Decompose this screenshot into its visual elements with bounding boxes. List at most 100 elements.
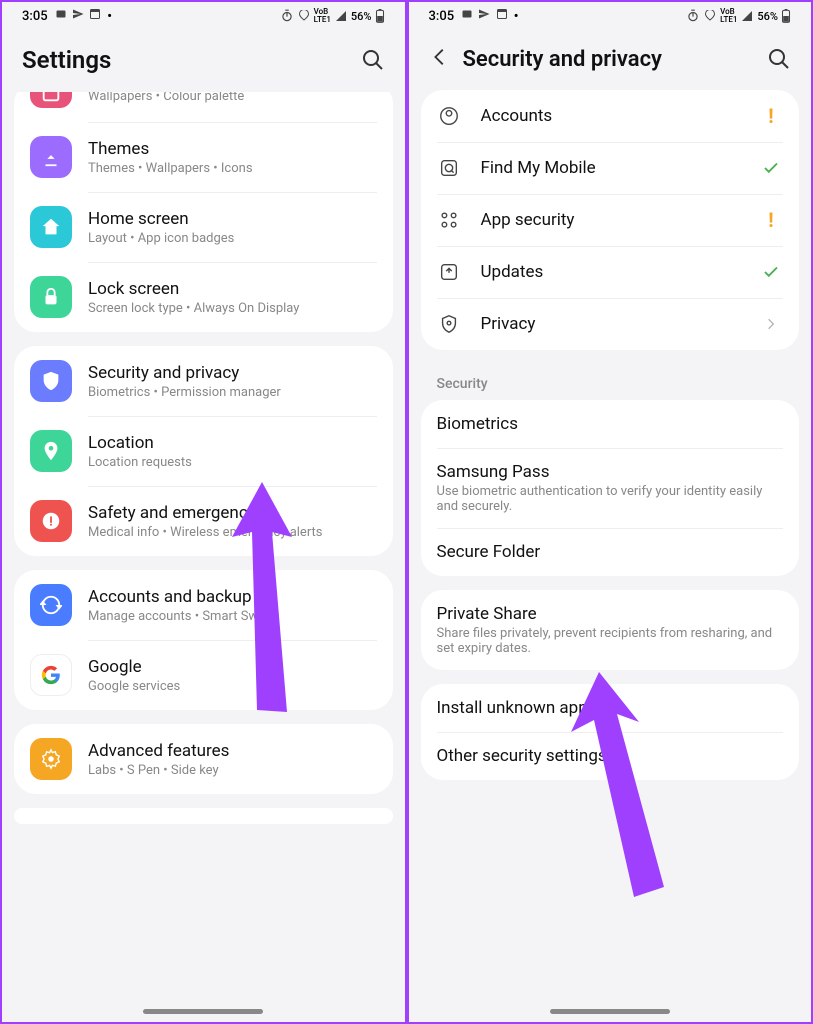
settings-row-themes[interactable]: Themes Themes • Wallpapers • Icons: [14, 122, 393, 192]
row-title: Private Share: [437, 604, 784, 624]
home-indicator[interactable]: [550, 1009, 670, 1014]
row-sub: Screen lock type • Always On Display: [88, 301, 377, 316]
row-sub: Layout • App icon badges: [88, 231, 377, 246]
sec-row-findmy[interactable]: Find My Mobile: [421, 142, 800, 194]
row-title: Privacy: [481, 314, 760, 334]
settings-group: Accounts and backup Manage accounts • Sm…: [14, 570, 393, 710]
settings-header: Settings: [2, 28, 405, 92]
lock-icon: [30, 276, 72, 318]
sec-row-secure-folder[interactable]: Secure Folder: [421, 528, 800, 576]
gear-icon: [30, 738, 72, 780]
settings-row-lock[interactable]: Lock screen Screen lock type • Always On…: [14, 262, 393, 332]
sec-row-samsung-pass[interactable]: Samsung Pass Use biometric authenticatio…: [421, 448, 800, 528]
row-title: Google: [88, 657, 377, 677]
warn-icon: !: [759, 208, 783, 232]
settings-group: [14, 808, 393, 824]
ok-icon: [759, 159, 783, 177]
settings-row-security[interactable]: Security and privacy Biometrics • Permis…: [14, 346, 393, 416]
status-icons-left: •: [460, 8, 518, 24]
security-group: Biometrics Samsung Pass Use biometric au…: [421, 400, 800, 576]
settings-row-safety[interactable]: Safety and emergency Medical info • Wire…: [14, 486, 393, 556]
status-bar: 3:05 • VoBLTE1 56%: [2, 2, 405, 28]
sec-row-appsec[interactable]: App security !: [421, 194, 800, 246]
row-sub: Themes • Wallpapers • Icons: [88, 161, 377, 176]
status-time: 3:05: [429, 9, 455, 24]
row-title: Other security settings: [437, 746, 784, 766]
settings-row-accounts[interactable]: Accounts and backup Manage accounts • Sm…: [14, 570, 393, 640]
row-sub: Wallpapers • Colour palette: [88, 92, 377, 104]
findmy-icon: [437, 156, 461, 180]
accounts-icon: [437, 104, 461, 128]
pin-icon: [30, 430, 72, 472]
sync-icon: [30, 584, 72, 626]
warn-icon: !: [759, 104, 783, 128]
row-title: Install unknown apps: [437, 698, 784, 718]
settings-row-home[interactable]: Home screen Layout • App icon badges: [14, 192, 393, 262]
phone-settings: 3:05 • VoBLTE1 56% Settings: [0, 0, 407, 1024]
row-title: Secure Folder: [437, 542, 784, 562]
row-title: Biometrics: [437, 414, 784, 434]
shield-icon: [30, 360, 72, 402]
sec-row-private-share[interactable]: Private Share Share files privately, pre…: [421, 590, 800, 670]
row-title: Accounts: [481, 106, 760, 126]
privacy-icon: [437, 312, 461, 336]
sec-row-biometrics[interactable]: Biometrics: [421, 400, 800, 448]
sec-row-other[interactable]: Other security settings: [421, 732, 800, 780]
search-icon[interactable]: [767, 47, 791, 71]
settings-group: Advanced features Labs • S Pen • Side ke…: [14, 724, 393, 794]
emergency-icon: [30, 500, 72, 542]
row-title: Lock screen: [88, 279, 377, 299]
section-label-security: Security: [409, 364, 812, 400]
back-button[interactable]: [429, 46, 453, 72]
sec-row-privacy[interactable]: Privacy: [421, 298, 800, 350]
row-sub: Google services: [88, 679, 377, 694]
search-icon[interactable]: [361, 48, 385, 72]
phone-security: 3:05 • VoBLTE1 56% Security and privacy: [407, 0, 813, 1024]
settings-group: Wallpapers • Colour palette Themes Theme…: [14, 92, 393, 332]
settings-row-google[interactable]: Google Google services: [14, 640, 393, 710]
row-sub: Location requests: [88, 455, 377, 470]
row-title: Themes: [88, 139, 377, 159]
settings-row-location[interactable]: Location Location requests: [14, 416, 393, 486]
updates-icon: [437, 260, 461, 284]
status-time: 3:05: [22, 9, 48, 24]
ok-icon: [759, 263, 783, 281]
row-sub: Manage accounts • Smart Switch: [88, 609, 377, 624]
wallpaper-icon: [30, 92, 72, 108]
home-indicator[interactable]: [143, 1009, 263, 1014]
row-title: Home screen: [88, 209, 377, 229]
security-group: Private Share Share files privately, pre…: [421, 590, 800, 670]
row-title: Find My Mobile: [481, 158, 760, 178]
row-sub: Medical info • Wireless emergency alerts: [88, 525, 377, 540]
google-icon: [30, 654, 72, 696]
row-title: Samsung Pass: [437, 462, 784, 482]
row-title: Safety and emergency: [88, 503, 377, 523]
row-title: Security and privacy: [88, 363, 377, 383]
settings-row-advanced[interactable]: Advanced features Labs • S Pen • Side ke…: [14, 724, 393, 794]
row-sub: Labs • S Pen • Side key: [88, 763, 377, 778]
status-icons-right: VoBLTE1 56%: [686, 8, 791, 24]
row-sub: Share files privately, prevent recipient…: [437, 626, 784, 656]
sec-row-accounts[interactable]: Accounts !: [421, 90, 800, 142]
themes-icon: [30, 136, 72, 178]
security-status-card: Accounts ! Find My Mobile App security !…: [421, 90, 800, 350]
row-title: Accounts and backup: [88, 587, 377, 607]
row-title: Updates: [481, 262, 760, 282]
home-icon: [30, 206, 72, 248]
sec-row-unknown-apps[interactable]: Install unknown apps: [421, 684, 800, 732]
settings-row-wallpaper[interactable]: Wallpapers • Colour palette: [14, 92, 393, 122]
chevron-right-icon: [759, 317, 783, 331]
security-header: Security and privacy: [409, 28, 812, 90]
page-title: Settings: [22, 46, 361, 74]
status-icons-left: •: [54, 8, 112, 24]
security-group: Install unknown apps Other security sett…: [421, 684, 800, 780]
sec-row-updates[interactable]: Updates: [421, 246, 800, 298]
row-sub: Use biometric authentication to verify y…: [437, 484, 784, 514]
settings-group: Security and privacy Biometrics • Permis…: [14, 346, 393, 556]
status-icons-right: VoBLTE1 56%: [280, 8, 385, 24]
row-title: Location: [88, 433, 377, 453]
page-title: Security and privacy: [463, 47, 768, 72]
status-bar: 3:05 • VoBLTE1 56%: [409, 2, 812, 28]
row-title: App security: [481, 210, 760, 230]
row-sub: Biometrics • Permission manager: [88, 385, 377, 400]
